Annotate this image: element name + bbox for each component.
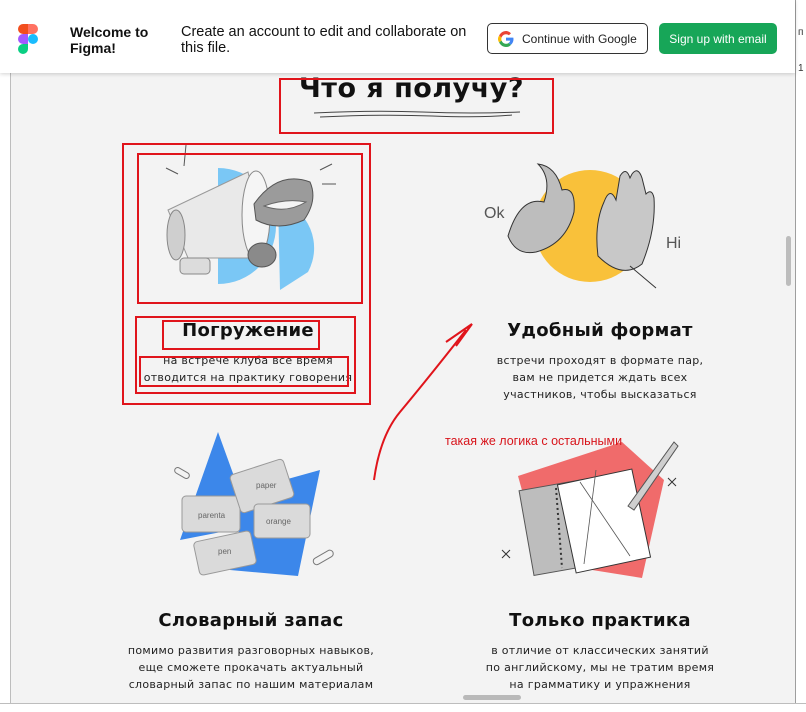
card-desc-vocabulary-line-2: еще сможете прокачать актуальный	[138, 661, 364, 674]
google-button-label: Continue with Google	[522, 31, 637, 46]
card-desc-vocabulary-line-1: помимо развития разговорных навыков,	[127, 644, 375, 657]
flashcard-word-orange: orange	[266, 517, 291, 526]
card-desc-practice-line-1: в отличие от классических занятий	[491, 644, 709, 657]
horizontal-scroll-thumb[interactable]	[463, 695, 521, 700]
continue-with-google-button[interactable]: Continue with Google	[487, 23, 648, 54]
paperclip-icon	[174, 467, 190, 479]
hands-illustration: Ok Hi	[484, 163, 681, 289]
annotation-box-image[interactable]	[137, 153, 363, 304]
flashcard-word-parenta: parenta	[198, 511, 226, 520]
card-desc-format: встречи проходят в формате пар, вам не п…	[466, 352, 734, 403]
right-panel-glyph-a: п	[798, 27, 804, 38]
left-gutter	[0, 0, 11, 711]
card-desc-vocabulary: помимо развития разговорных навыков, еще…	[116, 642, 386, 693]
annotation-box-title[interactable]	[162, 320, 320, 350]
card-desc-format-line-2: вам не придется ждать всех	[512, 371, 688, 384]
card-desc-practice: в отличие от классических занятий по анг…	[466, 642, 734, 693]
right-panel-glyph-b: 1	[798, 63, 804, 74]
annotation-box-heading[interactable]	[279, 78, 554, 134]
welcome-title: Welcome to Figma!	[70, 24, 149, 56]
signup-banner: Welcome to Figma! Create an account to e…	[0, 0, 795, 73]
flashcards-illustration: parenta paper orange pen	[174, 432, 334, 576]
flashcard-word-pen: pen	[218, 547, 231, 556]
card-title-format: Удобный формат	[507, 320, 693, 341]
annotation-box-description[interactable]	[139, 356, 349, 387]
hands-icon	[507, 163, 657, 289]
flashcard-word-paper: paper	[256, 481, 277, 490]
notebook-icon	[518, 442, 664, 578]
figma-logo-icon	[18, 24, 38, 54]
signup-prompt: Create an account to edit and collaborat…	[181, 24, 467, 56]
notebook-illustration	[501, 441, 679, 578]
annotation-comment[interactable]: такая же логика с остальными	[445, 434, 622, 448]
doodle-ok-text: Ok	[484, 205, 505, 222]
vertical-scrollbar[interactable]	[784, 0, 795, 703]
sign-up-with-email-button[interactable]: Sign up with email	[659, 23, 777, 54]
google-icon	[498, 30, 514, 47]
card-desc-format-line-1: встречи проходят в формате пар,	[496, 354, 704, 367]
card-desc-practice-line-3: на грамматику и упражнения	[509, 678, 691, 691]
card-title-practice: Только практика	[509, 610, 691, 631]
right-side-panel: п 1	[795, 0, 806, 711]
annotation-arrow[interactable]	[360, 316, 490, 486]
card-desc-vocabulary-line-3: словарный запас по нашим материалам	[128, 678, 374, 691]
doodle-hi-text: Hi	[666, 235, 681, 252]
card-desc-practice-line-2: по английскому, мы не тратим время	[485, 661, 715, 674]
vertical-scroll-thumb[interactable]	[786, 236, 791, 286]
flashcards-icon: parenta paper orange pen	[180, 432, 320, 576]
card-title-vocabulary: Словарный запас	[158, 610, 344, 631]
card-desc-format-line-3: участников, чтобы высказаться	[503, 388, 697, 401]
